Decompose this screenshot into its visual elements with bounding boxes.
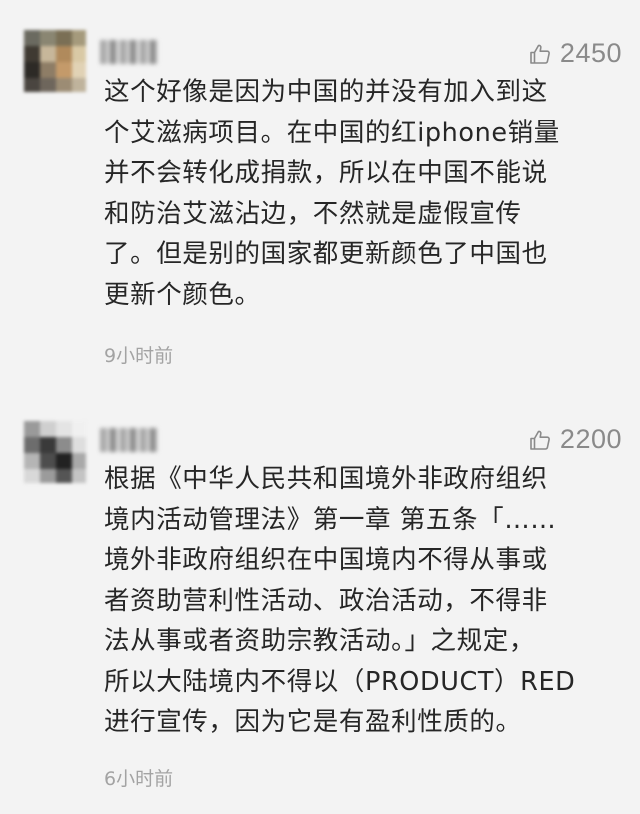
username-blurred[interactable] — [100, 428, 158, 452]
comment-timestamp: 9小时前 — [104, 345, 174, 367]
comment-text: 根据《中华人民共和国境外非政府组织 境内活动管理法》第一章 第五条「…… 境外非… — [104, 464, 576, 737]
like-count: 2450 — [559, 38, 622, 68]
avatar[interactable] — [24, 421, 86, 483]
thumbs-up-icon — [530, 44, 550, 64]
comment-timestamp: 6小时前 — [104, 768, 174, 790]
like-button[interactable]: 2450 — [528, 38, 622, 69]
thumbs-up-icon — [530, 430, 550, 450]
like-count: 2200 — [559, 424, 622, 454]
comment-text: 这个好像是因为中国的并没有加入到这 个艾滋病项目。在中国的红iphone销量 并… — [104, 77, 560, 310]
avatar[interactable] — [24, 30, 86, 92]
username-blurred[interactable] — [100, 40, 158, 64]
like-button[interactable]: 2200 — [528, 424, 622, 455]
comment-item: 2450 这个好像是因为中国的并没有加入到这 个艾滋病项目。在中国的红iphon… — [0, 0, 640, 400]
comment-item: 2200 根据《中华人民共和国境外非政府组织 境内活动管理法》第一章 第五条「…… — [0, 400, 640, 814]
